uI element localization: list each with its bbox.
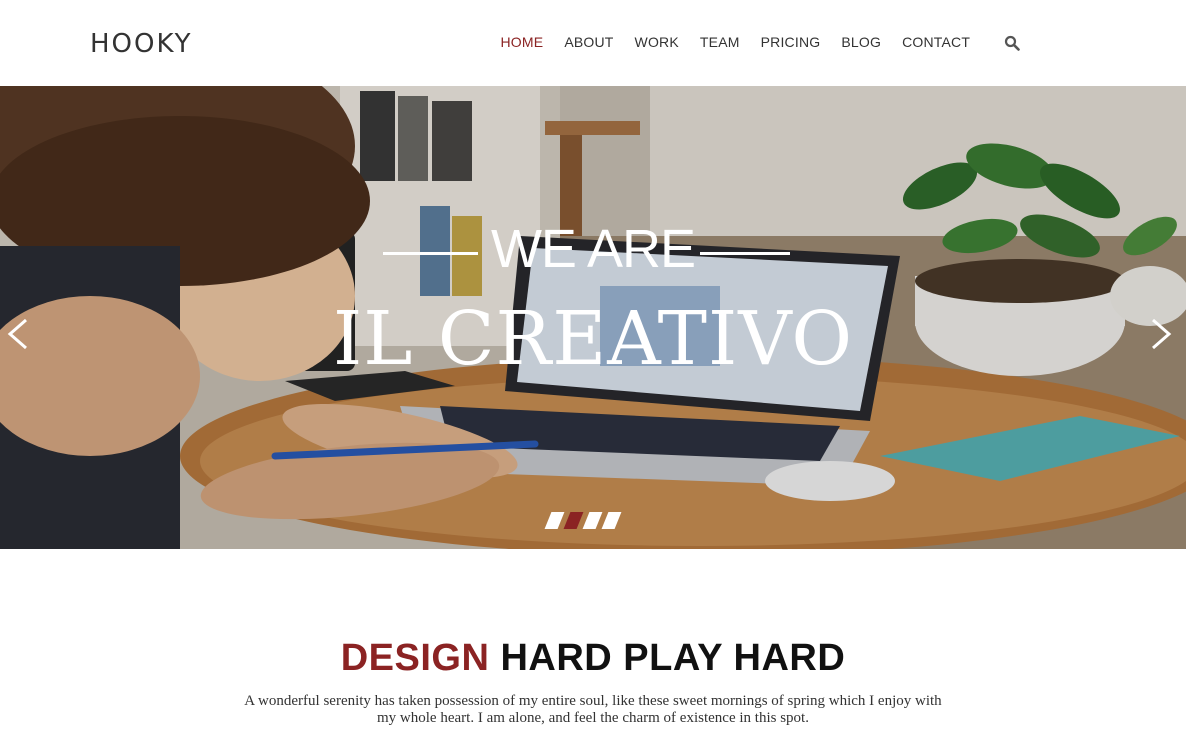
site-header: HOOKY HOME ABOUT WORK TEAM PRICING BLOG … <box>0 0 1200 86</box>
nav-about[interactable]: ABOUT <box>554 34 624 50</box>
slider-dot-1[interactable] <box>544 512 565 529</box>
site-logo[interactable]: HOOKY <box>90 29 193 59</box>
nav-home[interactable]: HOME <box>490 34 554 50</box>
hero-subtitle: WE ARE <box>490 219 696 279</box>
intro-paragraph: A wonderful serenity has taken possessio… <box>244 693 942 726</box>
heading-rest: HARD PLAY HARD <box>500 637 846 679</box>
chevron-right-icon[interactable] <box>1145 316 1175 352</box>
slider-pagination <box>544 512 622 529</box>
nav-team[interactable]: TEAM <box>689 34 750 50</box>
slider-dot-3[interactable] <box>582 512 603 529</box>
heading-accent: DESIGN <box>340 637 490 679</box>
main-nav: HOME ABOUT WORK TEAM PRICING BLOG CONTAC… <box>490 34 981 50</box>
nav-pricing[interactable]: PRICING <box>750 34 831 50</box>
chevron-left-icon[interactable] <box>4 316 34 352</box>
nav-contact[interactable]: CONTACT <box>892 34 981 50</box>
hero-title: IL CREATIVO <box>332 296 854 382</box>
hero-slider: WE ARE IL CREATIVO <box>0 86 1186 549</box>
nav-blog[interactable]: BLOG <box>831 34 892 50</box>
search-icon[interactable] <box>1004 35 1020 51</box>
nav-work[interactable]: WORK <box>624 34 689 50</box>
slider-dot-2[interactable] <box>563 512 584 529</box>
section-heading: DESIGN HARD PLAY HARD <box>0 637 1186 680</box>
